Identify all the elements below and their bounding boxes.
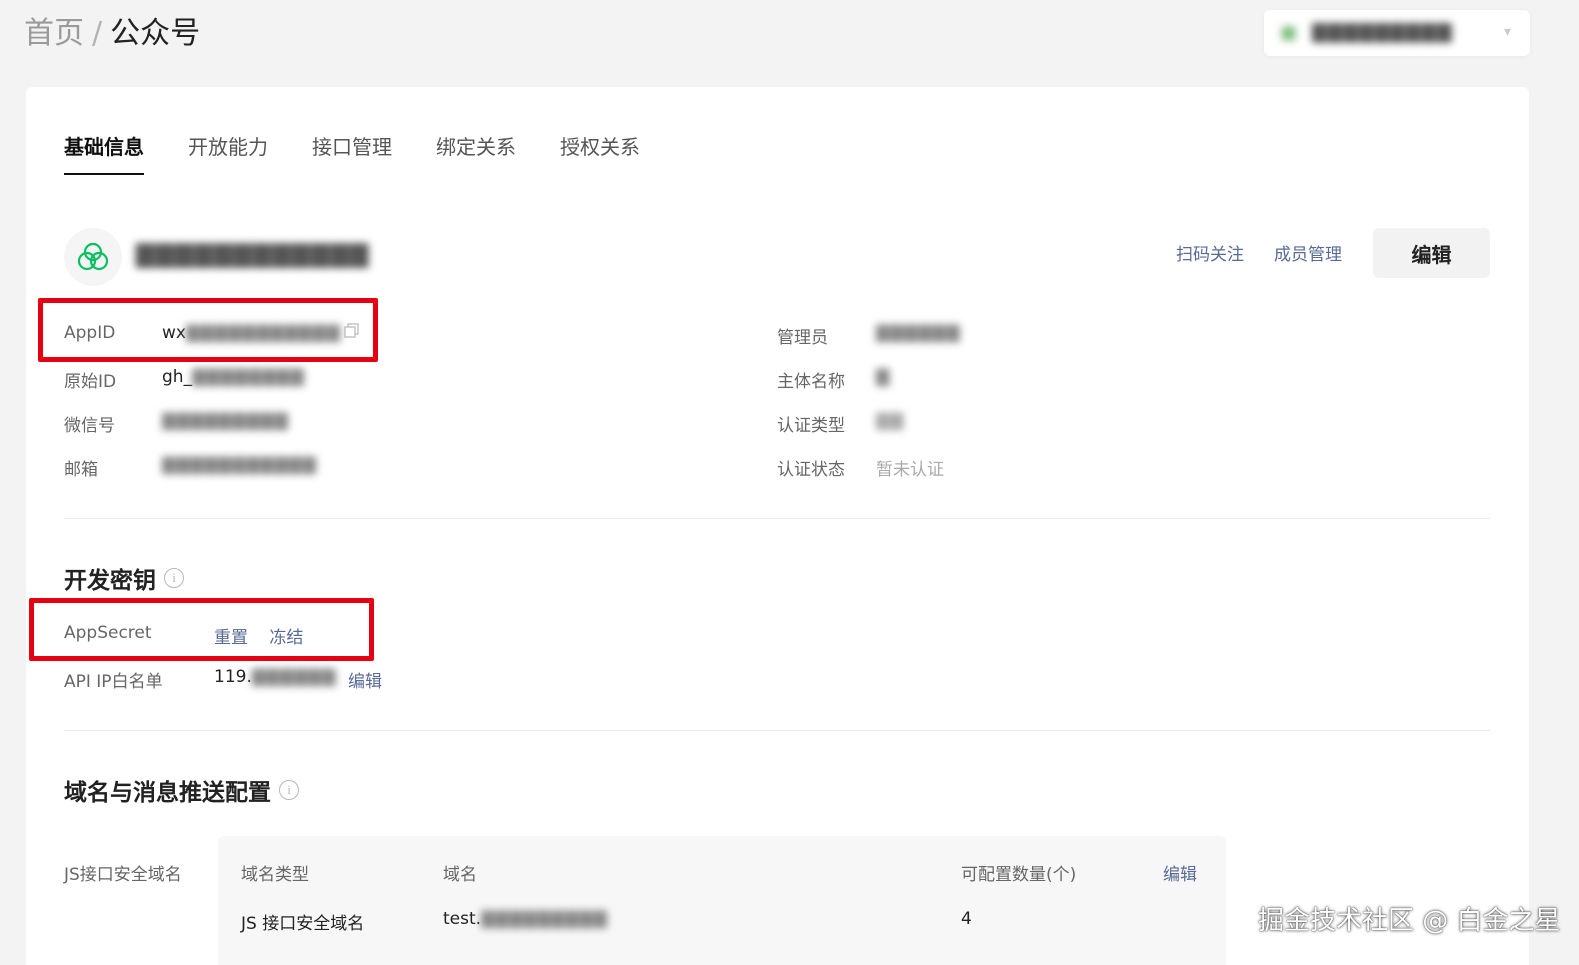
- account-chip-name: ▇▇▇▇▇▇▇▇▇: [1312, 21, 1453, 43]
- cert-type-label: 认证类型: [777, 416, 845, 436]
- edit-ip-whitelist-link[interactable]: 编辑: [348, 667, 382, 692]
- breadcrumb-home[interactable]: 首页: [24, 16, 84, 51]
- tab-authorizations[interactable]: 授权关系: [560, 131, 640, 175]
- wechat-id-value: ▇▇▇▇▇▇▇▇▇: [162, 411, 289, 431]
- info-icon[interactable]: i: [164, 568, 184, 588]
- admin-value: ▇▇▇▇▇▇: [876, 323, 961, 343]
- info-icon[interactable]: i: [279, 780, 299, 800]
- domain-table: [218, 836, 1226, 965]
- copy-icon[interactable]: [344, 323, 360, 343]
- profile-actions: 扫码关注 成员管理: [1176, 240, 1342, 265]
- tab-basic-info[interactable]: 基础信息: [64, 131, 144, 175]
- section-divider: [64, 518, 1490, 519]
- breadcrumb: 首页 / 公众号: [24, 14, 200, 54]
- chevron-down-icon: ▾: [1504, 24, 1512, 40]
- col-header-type: 域名类型: [241, 865, 309, 885]
- email-label: 邮箱: [64, 460, 98, 480]
- col-header-domain: 域名: [443, 865, 477, 885]
- appid-value: wx▇▇▇▇▇▇▇▇▇▇▇: [162, 323, 341, 343]
- admin-label: 管理员: [777, 328, 828, 348]
- cert-status-value: 暂未认证: [876, 460, 944, 480]
- cert-type-value: ▇▇: [876, 411, 905, 431]
- ip-whitelist-value: 119.▇▇▇▇▇▇: [214, 667, 337, 687]
- wechat-id-label: 微信号: [64, 416, 115, 436]
- cert-status-label: 认证状态: [777, 460, 845, 480]
- breadcrumb-separator: /: [92, 16, 103, 51]
- original-id-value: gh_▇▇▇▇▇▇▇▇: [162, 367, 305, 387]
- main-card: [26, 87, 1529, 965]
- tab-bar: 基础信息 开放能力 接口管理 绑定关系 授权关系: [64, 131, 684, 175]
- entity-name-value: ▇: [876, 367, 891, 387]
- account-name: ▇▇▇▇▇▇▇▇▇▇▇▇: [136, 240, 370, 268]
- domain-config-title: 域名与消息推送配置 i: [64, 773, 299, 807]
- tab-api-management[interactable]: 接口管理: [312, 131, 392, 175]
- member-manage-link[interactable]: 成员管理: [1274, 240, 1342, 265]
- wechat-logo-icon: [77, 242, 109, 271]
- email-value: ▇▇▇▇▇▇▇▇▇▇▇: [162, 455, 317, 475]
- tab-open-capabilities[interactable]: 开放能力: [188, 131, 268, 175]
- appid-label: AppID: [64, 323, 116, 343]
- original-id-label: 原始ID: [64, 372, 117, 392]
- appsecret-label: AppSecret: [64, 623, 152, 643]
- col-header-count: 可配置数量(个): [961, 865, 1077, 885]
- dev-secret-title: 开发密钥 i: [64, 561, 184, 595]
- ip-whitelist-label: API IP白名单: [64, 672, 163, 692]
- domain-cell: test.▇▇▇▇▇▇▇▇▇: [443, 909, 608, 929]
- appsecret-actions: 重置 冻结: [214, 623, 303, 648]
- reset-secret-link[interactable]: 重置: [214, 628, 248, 648]
- edit-domain-link[interactable]: 编辑: [1163, 860, 1197, 885]
- account-switcher[interactable]: ■ ▇▇▇▇▇▇▇▇▇ ▾: [1264, 10, 1530, 56]
- domain-count-cell: 4: [961, 909, 972, 929]
- entity-name-label: 主体名称: [777, 372, 845, 392]
- watermark: 掘金技术社区 @ 白金之星: [1258, 906, 1561, 936]
- js-domain-label: JS接口安全域名: [64, 865, 182, 885]
- section-divider: [64, 730, 1490, 731]
- breadcrumb-current: 公众号: [110, 16, 201, 51]
- account-avatar: [64, 228, 122, 286]
- domain-type-cell: JS 接口安全域名: [241, 914, 365, 934]
- account-avatar-icon: ■: [1280, 22, 1299, 43]
- scan-follow-link[interactable]: 扫码关注: [1176, 240, 1244, 265]
- edit-profile-button[interactable]: 编辑: [1373, 228, 1490, 278]
- tab-bindings[interactable]: 绑定关系: [436, 131, 516, 175]
- freeze-secret-link[interactable]: 冻结: [269, 628, 303, 648]
